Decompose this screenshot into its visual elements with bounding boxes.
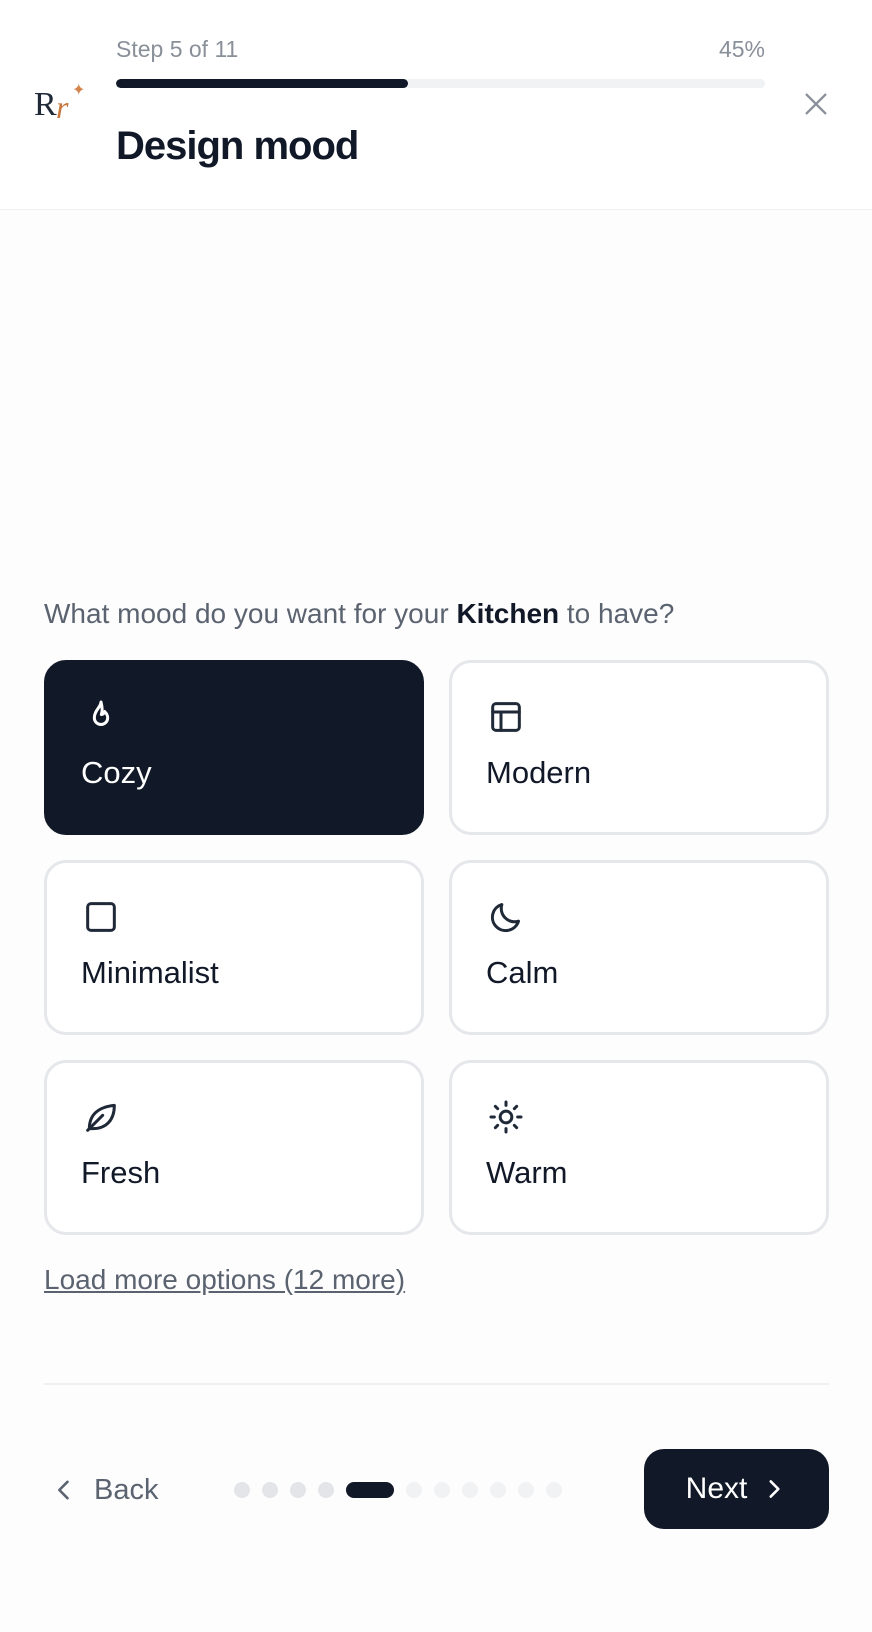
step-dot-active	[346, 1482, 394, 1498]
option-label: Warm	[486, 1155, 568, 1190]
step-dot	[546, 1482, 562, 1498]
question-suffix: to have?	[559, 598, 675, 629]
leaf-icon	[86, 1103, 116, 1132]
step-dot	[490, 1482, 506, 1498]
back-label: Back	[94, 1473, 159, 1506]
option-label: Fresh	[81, 1155, 161, 1190]
next-button[interactable]: Next	[644, 1449, 829, 1529]
header: Rr ✦ Step 5 of 11 45% Design mood	[0, 0, 872, 210]
back-button[interactable]: Back	[44, 1466, 158, 1514]
progress-percent: 45%	[718, 36, 765, 62]
option-label: Minimalist	[81, 955, 219, 990]
brand-logo: Rr ✦	[34, 80, 86, 125]
question-room: Kitchen	[456, 598, 560, 629]
step-dot	[318, 1482, 334, 1498]
option-label: Calm	[486, 955, 559, 990]
step-dot	[234, 1482, 250, 1498]
progress-bar	[116, 79, 765, 88]
step-dot	[262, 1482, 278, 1498]
option-label: Cozy	[81, 755, 152, 790]
step-dot	[462, 1482, 478, 1498]
footer-divider	[44, 1383, 829, 1385]
layout-icon	[491, 702, 521, 732]
step-dot	[290, 1482, 306, 1498]
option-card-warm[interactable]: Warm	[449, 1060, 829, 1235]
step-label: Step 5 of 11	[116, 36, 239, 62]
step-dot	[434, 1482, 450, 1498]
mood-options-grid: Cozy Modern Minimalist Calm Fresh Warm	[44, 660, 829, 1235]
option-label: Modern	[486, 755, 592, 790]
moon-icon	[490, 903, 520, 933]
step-dot	[518, 1482, 534, 1498]
question-text: What mood do you want for your Kitchen t…	[44, 598, 674, 630]
page-title: Design mood	[116, 124, 359, 168]
chevron-right-icon	[769, 1480, 780, 1498]
close-icon	[805, 93, 827, 115]
chevron-left-icon	[58, 1480, 69, 1500]
progress-bar-fill	[116, 79, 409, 88]
option-card-cozy[interactable]: Cozy	[44, 660, 424, 835]
option-card-minimalist[interactable]: Minimalist	[44, 860, 424, 1035]
flame-icon	[92, 700, 110, 726]
next-label: Next	[685, 1472, 748, 1505]
load-more-link[interactable]: Load more options (12 more)	[44, 1264, 405, 1296]
sun-icon	[489, 1100, 523, 1134]
option-card-modern[interactable]: Modern	[449, 660, 829, 835]
option-card-fresh[interactable]: Fresh	[44, 1060, 424, 1235]
question-prefix: What mood do you want for your	[44, 598, 457, 629]
step-dots	[234, 1482, 562, 1498]
step-dot	[406, 1482, 422, 1498]
close-button[interactable]	[798, 86, 834, 122]
square-icon	[86, 902, 116, 932]
option-card-calm[interactable]: Calm	[449, 860, 829, 1035]
